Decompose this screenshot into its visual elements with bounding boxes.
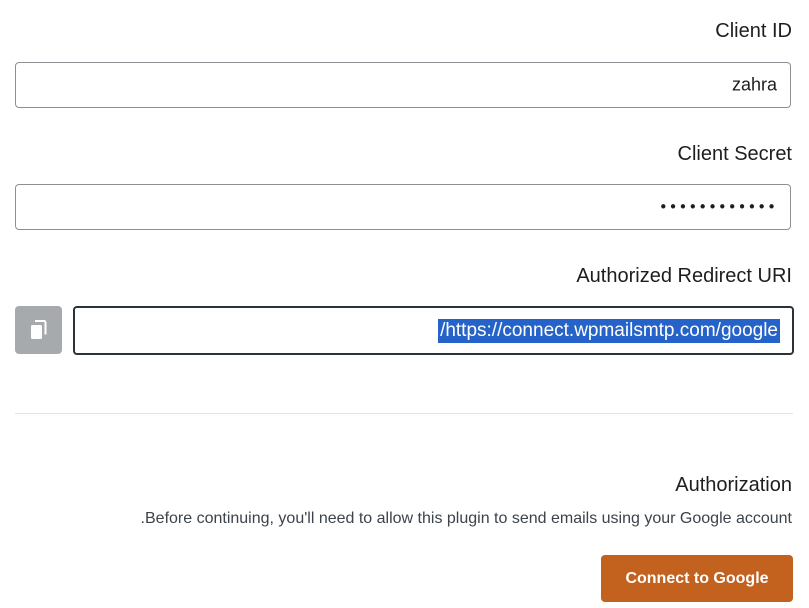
redirect-uri-input[interactable]: /https://connect.wpmailsmtp.com/google [73,306,794,355]
client-id-value: zahra [731,74,777,95]
authorization-description: .Before continuing, you'll need to allow… [140,510,792,527]
section-divider [15,413,793,414]
redirect-uri-label: Authorized Redirect URI [576,265,792,287]
connect-to-google-button[interactable]: Connect to Google [601,555,793,602]
copy-icon [30,320,48,340]
authorization-heading: Authorization [675,474,792,496]
copy-uri-button[interactable] [15,306,62,354]
client-secret-value: •••••••••••• [658,198,777,216]
client-id-label: Client ID [715,20,792,42]
client-secret-input[interactable]: •••••••••••• [15,184,791,230]
client-id-input[interactable]: zahra [15,62,791,108]
redirect-uri-value: /https://connect.wpmailsmtp.com/google [438,318,780,343]
client-secret-label: Client Secret [677,143,793,165]
